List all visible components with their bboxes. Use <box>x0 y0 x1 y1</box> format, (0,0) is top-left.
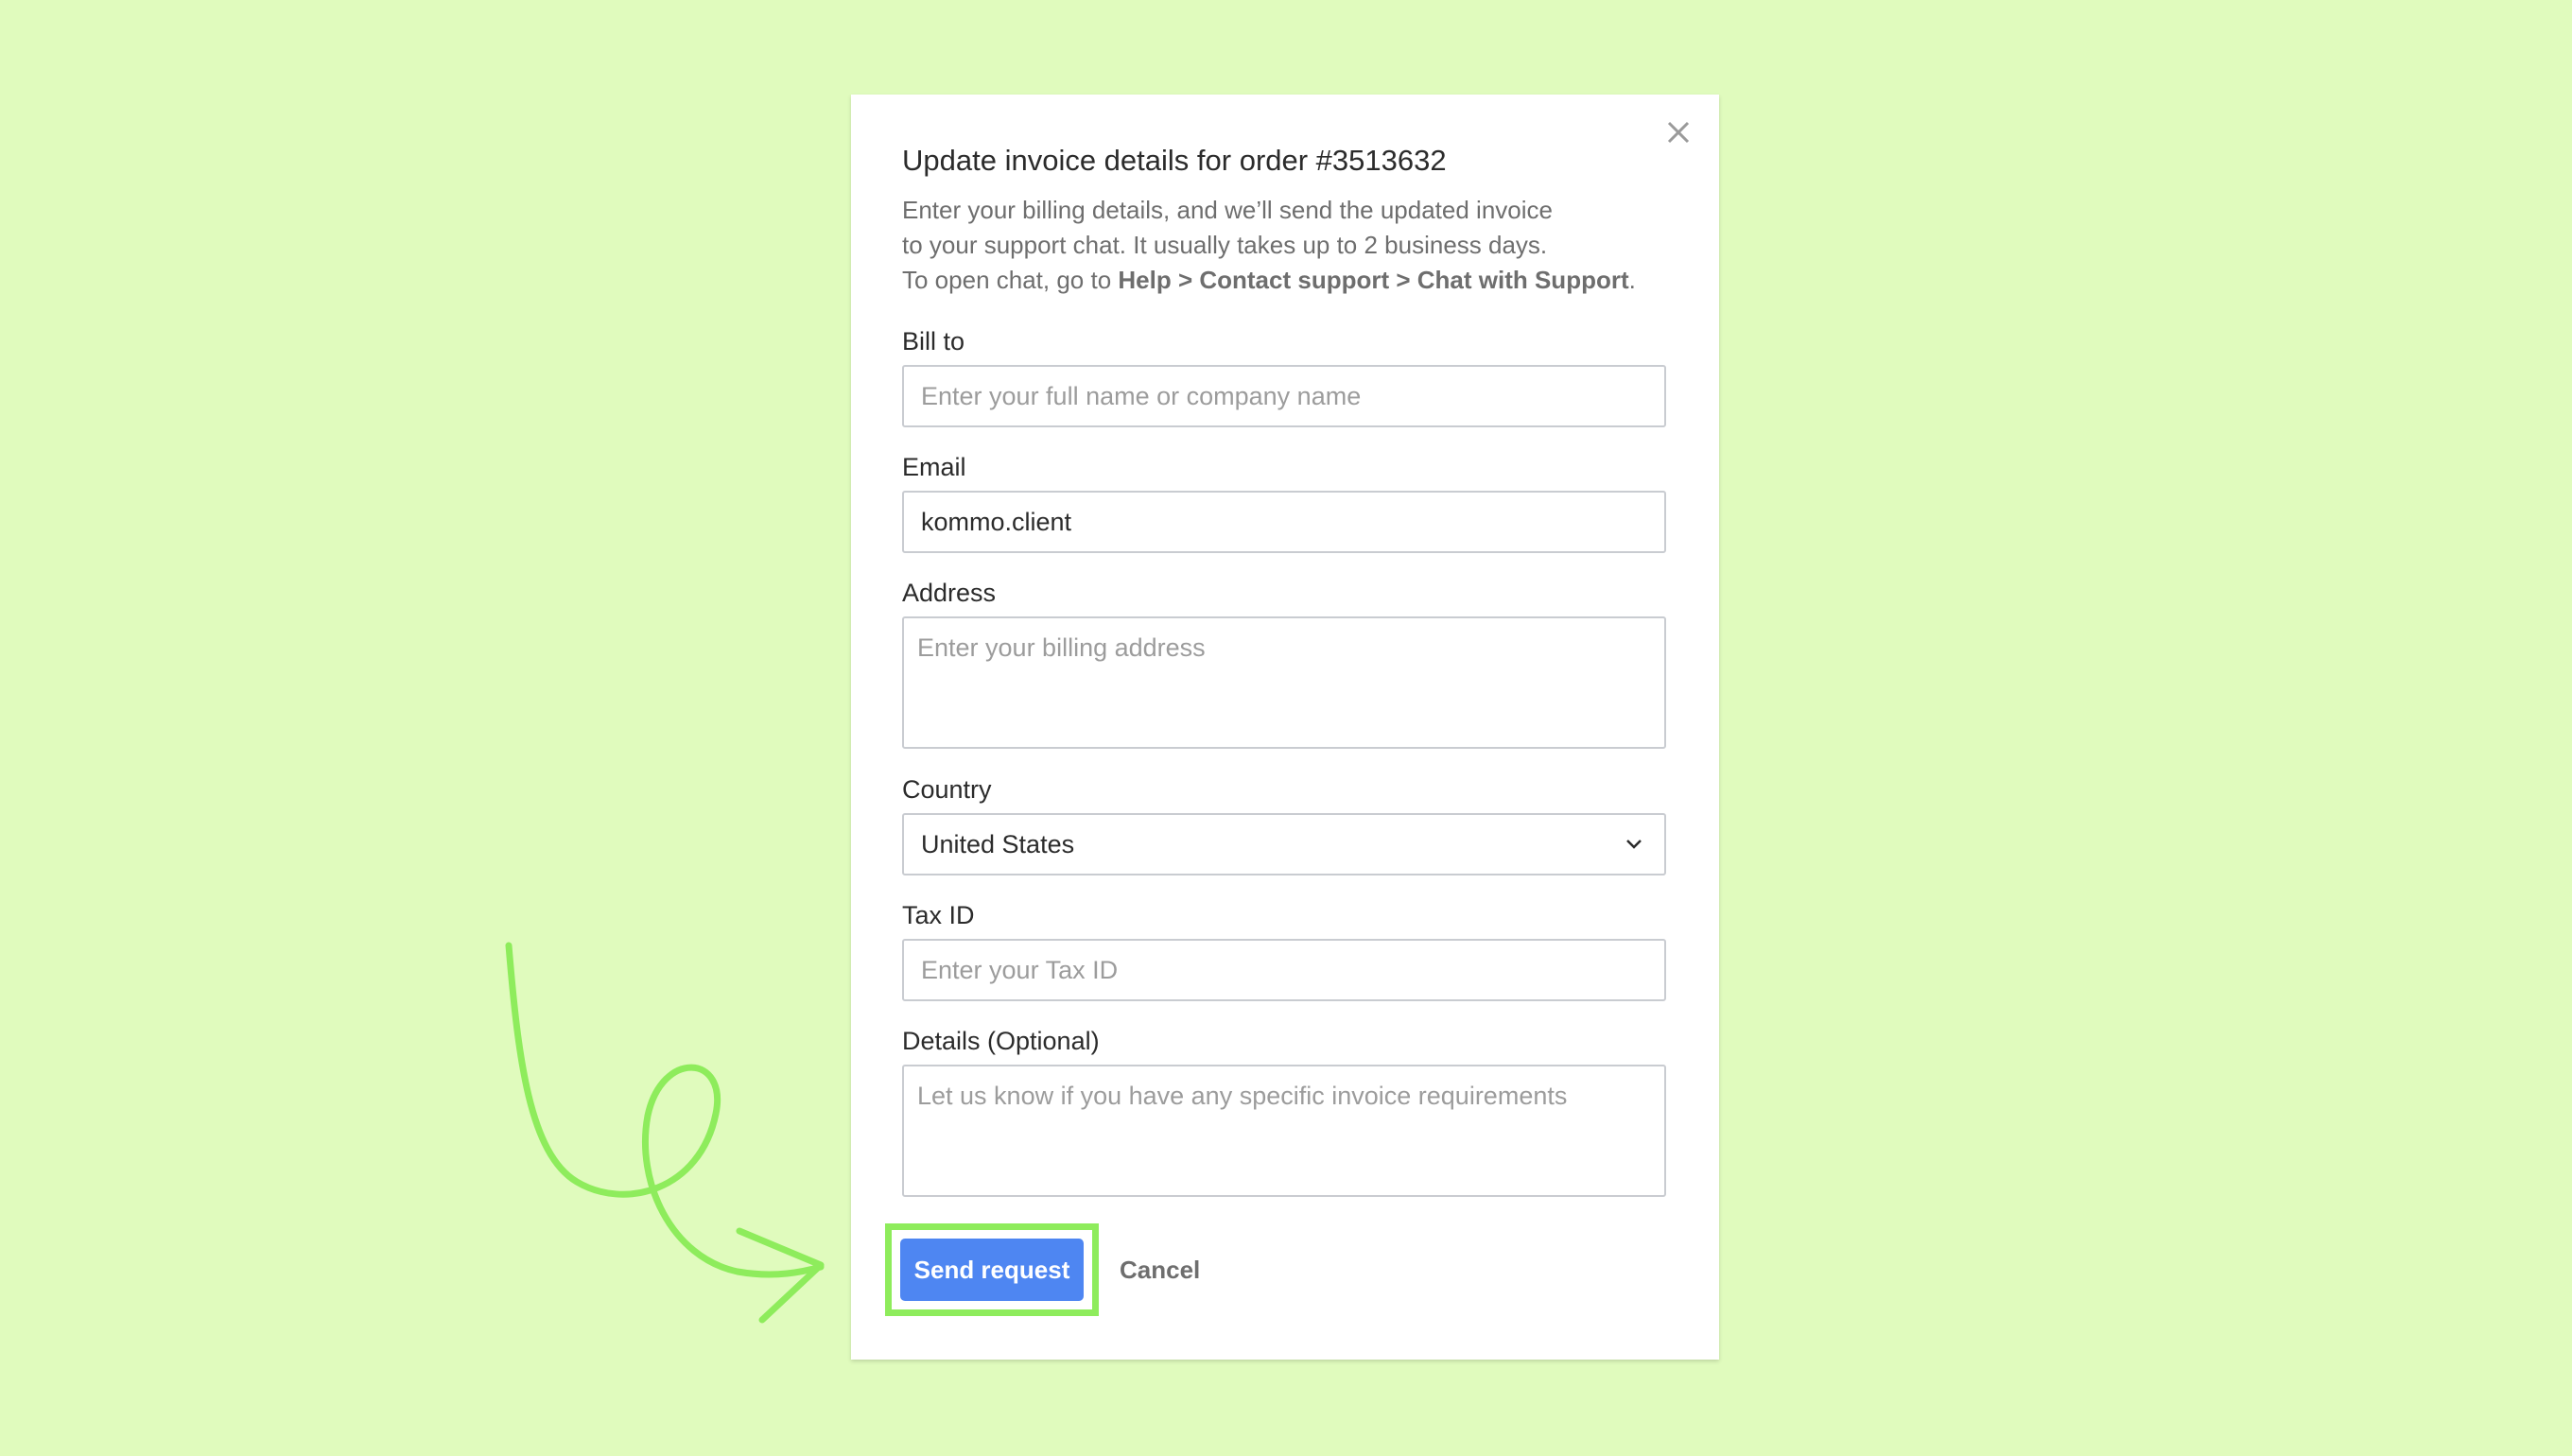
tax-id-input[interactable] <box>902 939 1666 1001</box>
description-suffix: . <box>1628 266 1636 294</box>
country-label: Country <box>902 775 992 804</box>
send-request-button[interactable]: Send request <box>900 1239 1084 1301</box>
dialog-title: Update invoice details for order #351363… <box>902 144 1447 177</box>
country-select[interactable]: United States <box>902 813 1666 875</box>
close-icon[interactable] <box>1660 113 1697 151</box>
description-line-3: To open chat, go to Help > Contact suppo… <box>902 263 1636 298</box>
details-textarea[interactable] <box>902 1065 1666 1197</box>
email-input[interactable] <box>902 491 1666 553</box>
send-button-highlight: Send request <box>885 1223 1099 1316</box>
dialog-actions: Send request Cancel <box>885 1223 1200 1316</box>
bill-to-label: Bill to <box>902 327 965 355</box>
country-value: United States <box>921 829 1075 858</box>
curly-arrow-icon <box>505 942 825 1324</box>
cancel-button[interactable]: Cancel <box>1120 1256 1200 1285</box>
description-prefix: To open chat, go to <box>902 266 1119 294</box>
address-textarea[interactable] <box>902 616 1666 749</box>
tax-id-label: Tax ID <box>902 901 975 929</box>
chevron-down-icon <box>1626 840 1642 849</box>
bill-to-input[interactable] <box>902 365 1666 427</box>
invoice-dialog: Update invoice details for order #351363… <box>851 95 1719 1360</box>
dialog-description: Enter your billing details, and we’ll se… <box>902 193 1636 298</box>
details-label: Details (Optional) <box>902 1027 1100 1055</box>
address-label: Address <box>902 579 997 607</box>
description-line-2: to your support chat. It usually takes u… <box>902 231 1548 259</box>
support-path: Help > Contact support > Chat with Suppo… <box>1118 266 1629 294</box>
email-label: Email <box>902 453 966 481</box>
description-line-1: Enter your billing details, and we’ll se… <box>902 196 1553 224</box>
